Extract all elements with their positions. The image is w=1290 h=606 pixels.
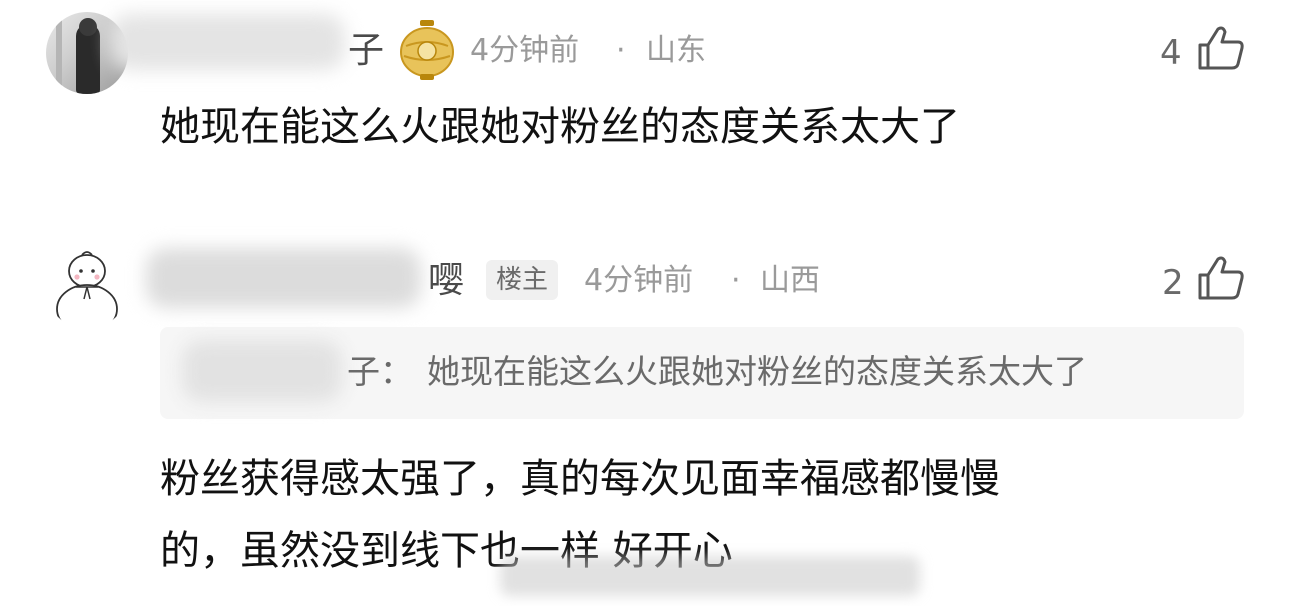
thumbs-up-icon[interactable] [1196,25,1246,71]
like-count: 4 [1160,33,1182,73]
quoted-username-suffix: 子： [347,352,413,391]
username-blurred[interactable] [146,248,421,308]
snowman-avatar-icon [56,251,118,329]
watermark-blurred [500,556,920,596]
comment-text: 她现在能这么火跟她对粉丝的态度关系太大了 [160,104,960,150]
meta-separator: · [616,33,626,68]
like-count: 2 [1162,263,1184,303]
avatar[interactable] [46,247,128,329]
username-blurred[interactable] [110,14,345,70]
op-badge: 楼主 [486,260,559,300]
comment-location: 山东 [646,33,706,68]
lantern-icon [400,20,454,80]
quoted-text: 子： 她现在能这么火跟她对粉丝的态度关系太大了 [347,355,1087,388]
thumbs-up-icon[interactable] [1196,255,1246,301]
username-suffix[interactable]: 嘤 [428,263,464,299]
username-suffix[interactable]: 子 [348,33,384,69]
meta-separator: · [731,263,741,298]
comment-location: 山西 [760,263,820,298]
quoted-username-blurred [182,340,342,402]
quoted-comment-text: 她现在能这么火跟她对粉丝的态度关系太大了 [427,352,1087,391]
comment-text-line: 粉丝获得感太强了，真的每次见面幸福感都慢慢 [160,456,1000,502]
comment-time: 4分钟前 [584,263,694,298]
comment-time: 4分钟前 [470,33,580,68]
